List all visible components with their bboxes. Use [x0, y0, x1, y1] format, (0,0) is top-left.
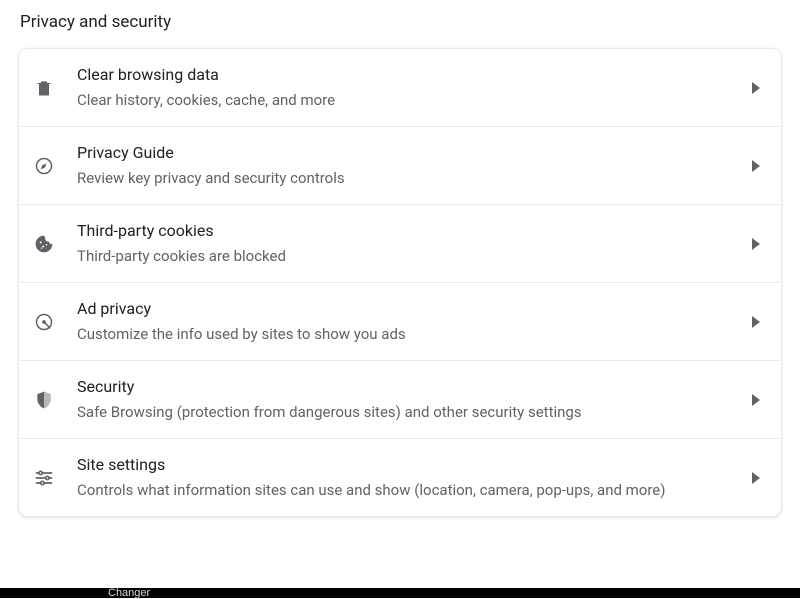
page-title: Privacy and security — [0, 0, 800, 48]
row-ad-privacy[interactable]: Ad privacy Customize the info used by si… — [19, 283, 781, 361]
row-subtitle: Clear history, cookies, cache, and more — [77, 90, 735, 110]
row-title: Clear browsing data — [77, 65, 735, 86]
row-clear-browsing-data[interactable]: Clear browsing data Clear history, cooki… — [19, 49, 781, 127]
chevron-right-icon — [749, 471, 763, 485]
tune-icon — [33, 467, 55, 489]
row-text: Ad privacy Customize the info used by si… — [77, 299, 749, 344]
chevron-right-icon — [749, 315, 763, 329]
row-text: Privacy Guide Review key privacy and sec… — [77, 143, 749, 188]
chevron-right-icon — [749, 393, 763, 407]
shield-icon — [33, 389, 55, 411]
row-text: Third-party cookies Third-party cookies … — [77, 221, 749, 266]
row-title: Ad privacy — [77, 299, 735, 320]
compass-icon — [33, 155, 55, 177]
row-subtitle: Third-party cookies are blocked — [77, 246, 735, 266]
chevron-right-icon — [749, 81, 763, 95]
row-site-settings[interactable]: Site settings Controls what information … — [19, 439, 781, 516]
row-third-party-cookies[interactable]: Third-party cookies Third-party cookies … — [19, 205, 781, 283]
row-subtitle: Customize the info used by sites to show… — [77, 324, 735, 344]
privacy-settings-list: Clear browsing data Clear history, cooki… — [18, 48, 782, 517]
row-privacy-guide[interactable]: Privacy Guide Review key privacy and sec… — [19, 127, 781, 205]
row-title: Privacy Guide — [77, 143, 735, 164]
row-title: Third-party cookies — [77, 221, 735, 242]
taskbar-label: Changer — [108, 588, 150, 598]
row-title: Site settings — [77, 455, 735, 476]
row-subtitle: Controls what information sites can use … — [77, 480, 735, 500]
chevron-right-icon — [749, 237, 763, 251]
row-text: Security Safe Browsing (protection from … — [77, 377, 749, 422]
chevron-right-icon — [749, 159, 763, 173]
cookie-icon — [33, 233, 55, 255]
ad-privacy-icon — [33, 311, 55, 333]
row-text: Clear browsing data Clear history, cooki… — [77, 65, 749, 110]
row-subtitle: Review key privacy and security controls — [77, 168, 735, 188]
row-title: Security — [77, 377, 735, 398]
row-subtitle: Safe Browsing (protection from dangerous… — [77, 402, 735, 422]
row-security[interactable]: Security Safe Browsing (protection from … — [19, 361, 781, 439]
trash-icon — [33, 77, 55, 99]
row-text: Site settings Controls what information … — [77, 455, 749, 500]
